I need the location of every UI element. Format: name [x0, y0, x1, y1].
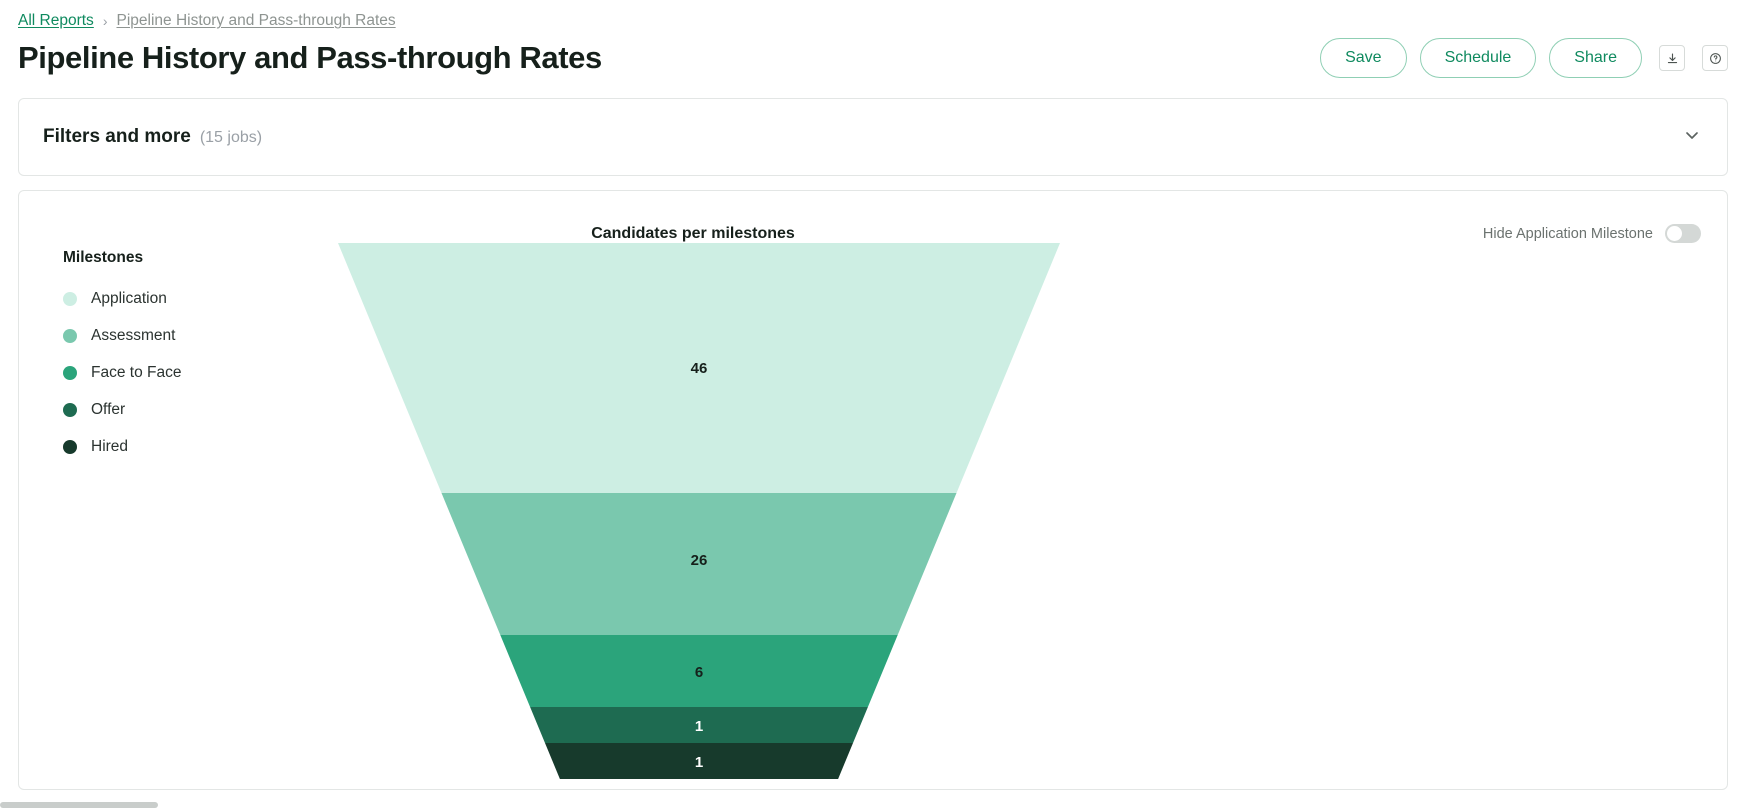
download-icon [1666, 52, 1679, 65]
legend-label: Assessment [91, 326, 176, 344]
breadcrumb-all-reports[interactable]: All Reports [18, 12, 94, 30]
help-icon-button[interactable] [1702, 45, 1728, 71]
filters-title: Filters and more [43, 126, 191, 147]
funnel-value-hired: 1 [695, 754, 703, 771]
legend-label: Face to Face [91, 363, 182, 381]
chart-title-text: Candidates per milestones [591, 225, 795, 242]
download-icon-button[interactable] [1659, 45, 1685, 71]
horizontal-scrollbar[interactable] [0, 802, 158, 808]
legend-swatch-icon [63, 328, 77, 343]
funnel-value-offer: 1 [695, 718, 703, 735]
legend-swatch-icon [63, 291, 77, 306]
breadcrumb: All Reports › Pipeline History and Pass-… [18, 0, 1728, 30]
legend-swatch-icon [63, 365, 77, 380]
funnel-svg: 46 26 6 1 1 [338, 243, 1060, 779]
breadcrumb-current[interactable]: Pipeline History and Pass-through Rates [116, 12, 395, 30]
legend-item-face-to-face[interactable]: Face to Face [63, 354, 293, 391]
legend-swatch-icon [63, 439, 77, 454]
filters-panel[interactable]: Filters and more (15 jobs) [18, 98, 1728, 176]
funnel-chart: 46 26 6 1 1 [319, 243, 1079, 783]
legend-item-hired[interactable]: Hired [63, 428, 293, 465]
funnel-value-face-to-face: 6 [695, 664, 703, 681]
breadcrumb-separator-icon: › [102, 13, 108, 29]
schedule-button[interactable]: Schedule [1419, 38, 1537, 78]
chart-panel: Candidates per milestones Hide Applicati… [18, 190, 1728, 790]
share-button[interactable]: Share [1549, 38, 1642, 78]
legend-label: Hired [91, 437, 129, 455]
funnel-value-application: 46 [691, 360, 708, 377]
legend-item-offer[interactable]: Offer [63, 391, 293, 428]
header-row: Pipeline History and Pass-through Rates … [18, 32, 1728, 84]
legend-swatch-icon [63, 402, 77, 417]
chart-title: Candidates per milestones [19, 225, 1727, 243]
hide-application-milestone-label: Hide Application Milestone [1482, 225, 1653, 242]
funnel-value-assessment: 26 [691, 552, 708, 569]
chart-legend: Milestones Application Assessment Face t… [63, 249, 293, 465]
save-button[interactable]: Save [1320, 38, 1407, 78]
toggle-knob [1667, 226, 1682, 241]
legend-title: Milestones [63, 249, 144, 266]
legend-label: Application [91, 289, 167, 307]
legend-item-assessment[interactable]: Assessment [63, 317, 293, 354]
legend-label: Offer [91, 400, 126, 418]
report-page: All Reports › Pipeline History and Pass-… [0, 0, 1746, 808]
header-actions: Save Schedule Share [1320, 38, 1728, 78]
chevron-down-icon [1682, 125, 1702, 150]
page-title: Pipeline History and Pass-through Rates [18, 40, 602, 75]
legend-item-application[interactable]: Application [63, 280, 293, 317]
hide-application-milestone-toggle[interactable] [1665, 224, 1701, 243]
hide-application-milestone-control[interactable]: Hide Application Milestone [1483, 224, 1701, 243]
filters-job-count: (15 jobs) [199, 129, 263, 146]
filters-header: Filters and more (15 jobs) [43, 126, 262, 148]
filters-expand-button[interactable] [1679, 124, 1705, 150]
help-circle-icon [1709, 52, 1722, 65]
